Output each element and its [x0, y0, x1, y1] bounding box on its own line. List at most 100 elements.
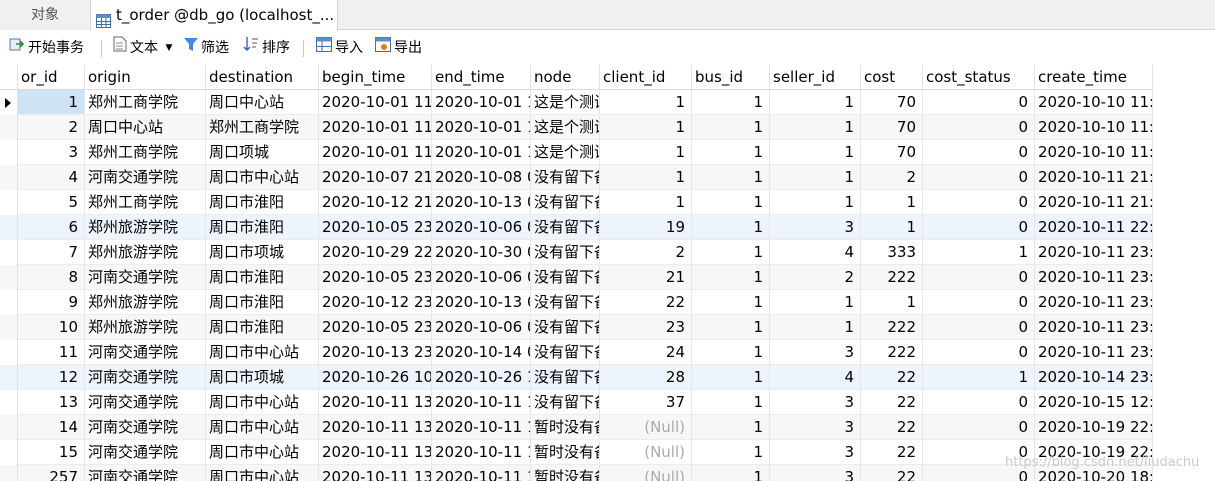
export-button[interactable]: 导出	[375, 31, 422, 65]
cell-node[interactable]: 没有留下备	[531, 215, 600, 240]
cell-seller-id[interactable]: 3	[770, 215, 861, 240]
cell-bus-id[interactable]: 1	[692, 90, 770, 115]
row-selector[interactable]	[0, 240, 18, 265]
cell-end-time[interactable]: 2020-10-01 1	[432, 115, 531, 140]
cell-node[interactable]: 没有留下备	[531, 240, 600, 265]
column-header-bus-id[interactable]: bus_id	[692, 65, 770, 90]
row-selector[interactable]	[0, 465, 18, 481]
cell-cost-status[interactable]: 0	[923, 340, 1035, 365]
table-row[interactable]: 7 郑州旅游学院 周口市项城 2020-10-29 22: 2020-10-30 0 没有…	[0, 240, 1153, 265]
row-selector[interactable]	[0, 165, 18, 190]
cell-cost-status[interactable]: 0	[923, 165, 1035, 190]
cell-client-id[interactable]: 24	[600, 340, 692, 365]
cell-end-time[interactable]: 2020-10-13 0	[432, 190, 531, 215]
cell-destination[interactable]: 周口市淮阳	[206, 215, 319, 240]
cell-cost-status[interactable]: 0	[923, 265, 1035, 290]
cell-destination[interactable]: 周口市中心站	[206, 390, 319, 415]
cell-bus-id[interactable]: 1	[692, 265, 770, 290]
cell-node[interactable]: 暂时没有备	[531, 440, 600, 465]
row-selector[interactable]	[0, 290, 18, 315]
cell-origin[interactable]: 河南交通学院	[85, 340, 206, 365]
cell-cost[interactable]: 70	[861, 115, 923, 140]
column-header-cost-status[interactable]: cost_status	[923, 65, 1035, 90]
cell-cost[interactable]: 2	[861, 165, 923, 190]
cell-node[interactable]: 没有留下备	[531, 165, 600, 190]
cell-node[interactable]: 这是个测试	[531, 90, 600, 115]
cell-client-id[interactable]: 19	[600, 215, 692, 240]
cell-node[interactable]: 没有留下备	[531, 390, 600, 415]
cell-cost-status[interactable]: 0	[923, 190, 1035, 215]
cell-destination[interactable]: 周口市淮阳	[206, 265, 319, 290]
cell-cost[interactable]: 222	[861, 340, 923, 365]
cell-or-id[interactable]: 11	[18, 340, 85, 365]
cell-or-id[interactable]: 4	[18, 165, 85, 190]
cell-or-id[interactable]: 3	[18, 140, 85, 165]
cell-client-id[interactable]: 1	[600, 90, 692, 115]
cell-begin-time[interactable]: 2020-10-11 13:	[319, 465, 432, 481]
cell-begin-time[interactable]: 2020-10-12 23:	[319, 290, 432, 315]
cell-seller-id[interactable]: 3	[770, 340, 861, 365]
tab-objects[interactable]: 对象	[0, 0, 90, 30]
cell-seller-id[interactable]: 3	[770, 390, 861, 415]
row-selector[interactable]	[0, 365, 18, 390]
cell-end-time[interactable]: 2020-10-13 0	[432, 290, 531, 315]
cell-cost-status[interactable]: 0	[923, 90, 1035, 115]
sort-button[interactable]: 排序	[243, 31, 290, 65]
cell-or-id[interactable]: 2	[18, 115, 85, 140]
cell-begin-time[interactable]: 2020-10-29 22:	[319, 240, 432, 265]
row-selector[interactable]	[0, 440, 18, 465]
cell-origin[interactable]: 河南交通学院	[85, 265, 206, 290]
row-selector[interactable]	[0, 390, 18, 415]
cell-cost-status[interactable]: 0	[923, 115, 1035, 140]
table-row[interactable]: 4 河南交通学院 周口市中心站 2020-10-07 21: 2020-10-08 0没…	[0, 165, 1153, 190]
cell-destination[interactable]: 周口市中心站	[206, 465, 319, 481]
cell-client-id[interactable]: 22	[600, 290, 692, 315]
cell-seller-id[interactable]: 1	[770, 115, 861, 140]
row-selector[interactable]	[0, 215, 18, 240]
cell-end-time[interactable]: 2020-10-06 0	[432, 315, 531, 340]
cell-origin[interactable]: 郑州旅游学院	[85, 290, 206, 315]
cell-client-id[interactable]: 1	[600, 115, 692, 140]
table-row[interactable]: 2 周口中心站 郑州工商学院 2020-10-01 11: 2020-10-01 1 这是…	[0, 115, 1153, 140]
cell-seller-id[interactable]: 3	[770, 415, 861, 440]
cell-create-time[interactable]: 2020-10-19 22:0	[1035, 415, 1153, 440]
cell-begin-time[interactable]: 2020-10-07 21:	[319, 165, 432, 190]
cell-cost[interactable]: 70	[861, 140, 923, 165]
cell-client-id[interactable]: 28	[600, 365, 692, 390]
cell-end-time[interactable]: 2020-10-08 0	[432, 165, 531, 190]
cell-client-id[interactable]: 21	[600, 265, 692, 290]
table-row[interactable]: 9 郑州旅游学院 周口市淮阳 2020-10-12 23: 2020-10-13 0 没有…	[0, 290, 1153, 315]
cell-begin-time[interactable]: 2020-10-12 21:	[319, 190, 432, 215]
column-header-seller-id[interactable]: seller_id	[770, 65, 861, 90]
cell-destination[interactable]: 周口市中心站	[206, 340, 319, 365]
table-row[interactable]: 1 郑州工商学院 周口中心站 2020-10-01 11: 2020-10-01 1 这是…	[0, 90, 1153, 115]
cell-end-time[interactable]: 2020-10-14 0	[432, 340, 531, 365]
cell-cost[interactable]: 22	[861, 390, 923, 415]
table-row[interactable]: 3 郑州工商学院 周口项城 2020-10-01 11: 2020-10-01 1 这是个…	[0, 140, 1153, 165]
table-row[interactable]: 14 河南交通学院 周口市中心站 2020-10-11 13: 2020-10-11 1…	[0, 415, 1153, 440]
cell-cost-status[interactable]: 1	[923, 365, 1035, 390]
cell-end-time[interactable]: 2020-10-26 1	[432, 365, 531, 390]
import-button[interactable]: 导入	[316, 31, 363, 65]
cell-create-time[interactable]: 2020-10-14 23:3	[1035, 365, 1153, 390]
table-row[interactable]: 5 郑州工商学院 周口市淮阳 2020-10-12 21: 2020-10-13 0 没有…	[0, 190, 1153, 215]
cell-client-id[interactable]: 2	[600, 240, 692, 265]
cell-origin[interactable]: 郑州工商学院	[85, 140, 206, 165]
cell-origin[interactable]: 河南交通学院	[85, 365, 206, 390]
cell-bus-id[interactable]: 1	[692, 115, 770, 140]
column-header-end-time[interactable]: end_time	[432, 65, 531, 90]
cell-create-time[interactable]: 2020-10-11 23:1	[1035, 240, 1153, 265]
cell-seller-id[interactable]: 1	[770, 140, 861, 165]
cell-origin[interactable]: 河南交通学院	[85, 465, 206, 481]
cell-bus-id[interactable]: 1	[692, 315, 770, 340]
cell-client-id[interactable]: 1	[600, 190, 692, 215]
cell-begin-time[interactable]: 2020-10-05 23:	[319, 265, 432, 290]
cell-create-time[interactable]: 2020-10-10 11:4	[1035, 140, 1153, 165]
cell-create-time[interactable]: 2020-10-10 11:4	[1035, 115, 1153, 140]
cell-cost-status[interactable]: 0	[923, 215, 1035, 240]
row-selector[interactable]	[0, 265, 18, 290]
column-header-cost[interactable]: cost	[861, 65, 923, 90]
cell-create-time[interactable]: 2020-10-11 21:1	[1035, 165, 1153, 190]
cell-seller-id[interactable]: 1	[770, 90, 861, 115]
cell-end-time[interactable]: 2020-10-11 1	[432, 415, 531, 440]
